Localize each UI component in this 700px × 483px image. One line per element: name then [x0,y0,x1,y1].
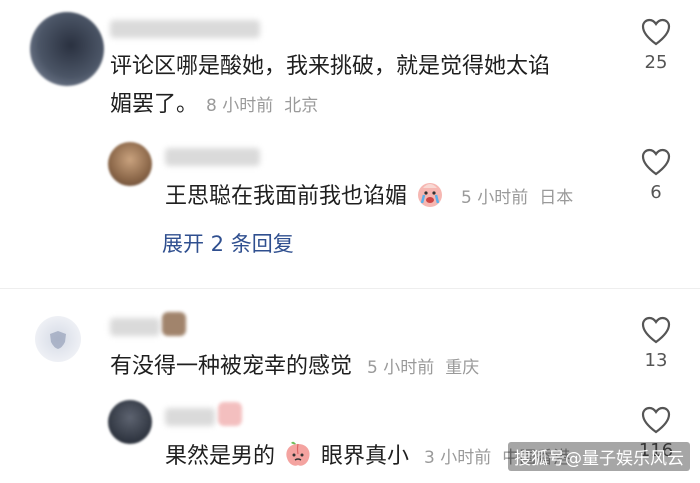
like-count: 25 [644,52,668,73]
peach-face-emoji [286,441,310,466]
comment-text-row: 王思聪在我面前我也谄媚 5 小时前 日本 [165,180,573,215]
heart-outline-icon [641,316,671,344]
comment-time: 5 小时前 [367,358,435,378]
avatar[interactable] [30,12,104,86]
comment-location: 日本 [539,188,574,208]
shield-icon [50,331,66,349]
username[interactable] [165,148,260,166]
comment-location: 北京 [284,96,319,116]
comment-text: 评论区哪是酸她，我来挑破，就是觉得她太谄 [110,54,551,79]
watermark: 搜狐号@量子娱乐风云 [508,442,690,471]
comment-text: 果然是男的 [165,444,276,469]
avatar[interactable] [108,142,152,186]
like-button[interactable]: 13 [626,316,686,371]
divider [0,288,700,289]
comment-text-2: 眼界真小 [321,444,410,469]
heart-outline-icon [641,406,671,434]
like-button[interactable]: 6 [626,148,686,203]
heart-outline-icon [641,18,671,46]
username[interactable] [110,318,160,336]
avatar-badge [162,312,186,336]
avatar-badge [218,402,242,426]
username[interactable] [165,408,215,426]
comment-time: 8 小时前 [206,96,274,116]
crying-face-emoji [418,183,443,207]
comment-text: 有没得一种被宠幸的感觉 [110,354,353,379]
comment-text: 王思聪在我面前我也谄媚 [165,184,408,209]
username[interactable] [110,20,260,38]
like-button[interactable]: 25 [626,18,686,73]
comment-time: 3 小时前 [424,448,492,468]
avatar[interactable] [108,400,152,444]
like-count: 13 [644,350,668,371]
comment-location: 重庆 [445,358,480,378]
comment-text-cont: 媚罢了。 8 小时前 北京 [110,88,318,123]
like-count: 6 [650,182,662,203]
comment-text-line2: 媚罢了。 [110,92,199,117]
comment-text-row: 有没得一种被宠幸的感觉 5 小时前 重庆 [110,350,479,385]
heart-outline-icon [641,148,671,176]
comment-time: 5 小时前 [461,188,529,208]
expand-replies-link[interactable]: 展开 2 条回复 [162,228,294,258]
